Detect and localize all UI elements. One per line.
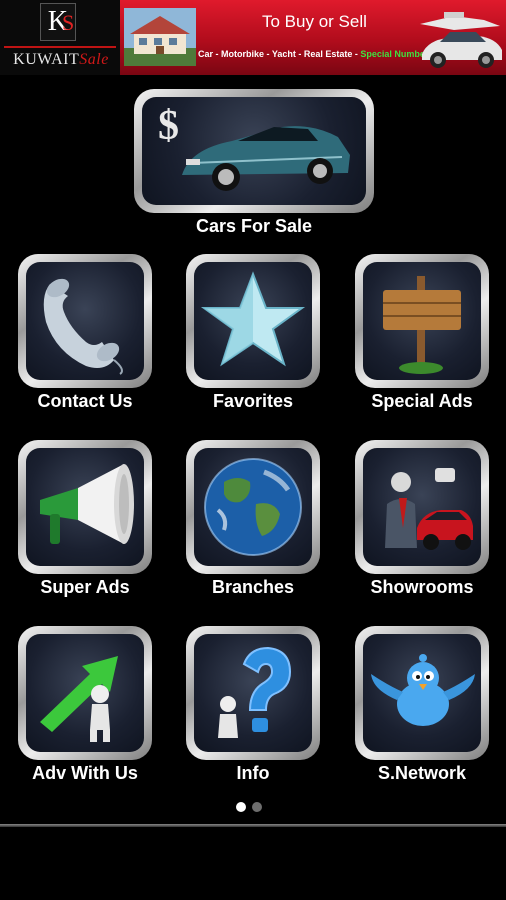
super-ads-tile[interactable]: Super Ads xyxy=(18,440,152,597)
s-network-tile[interactable]: S.Network xyxy=(355,626,489,783)
app-logo: KS KUWAITSale xyxy=(0,0,120,75)
twitter-bird-icon xyxy=(363,634,481,752)
page-dot[interactable] xyxy=(252,802,262,812)
tile-frame xyxy=(355,254,489,388)
tile-frame xyxy=(186,440,320,574)
tile-label: Cars For Sale xyxy=(195,216,313,236)
tile-label: Super Ads xyxy=(40,577,130,597)
tile-frame xyxy=(18,440,152,574)
banner-subtitle: Car - Motorbike - Yacht - Real Estate - … xyxy=(198,49,429,59)
question-mark-icon xyxy=(194,634,312,752)
tile-frame xyxy=(18,254,152,388)
tile-frame xyxy=(186,254,320,388)
tile-label: Branches xyxy=(211,577,295,597)
favorites-tile[interactable]: Favorites xyxy=(186,254,320,411)
info-tile[interactable]: Info xyxy=(186,626,320,783)
svg-text:$: $ xyxy=(158,103,179,149)
footer-divider xyxy=(0,824,506,827)
globe-icon xyxy=(194,448,312,566)
banner-title: To Buy or Sell xyxy=(262,12,367,31)
tile-label: Special Ads xyxy=(371,391,473,411)
showrooms-tile[interactable]: Showrooms xyxy=(355,440,489,597)
tile-label: Contact Us xyxy=(37,391,133,411)
cars-for-sale-tile[interactable]: $ Cars For Sale xyxy=(134,89,374,236)
tile-label: Info xyxy=(236,763,270,783)
header-banner[interactable]: KS KUWAITSale To Buy or Sell Car - Motor… xyxy=(0,0,506,75)
page-dot-active[interactable] xyxy=(236,802,246,812)
tile-label: Adv With Us xyxy=(32,763,138,783)
megaphone-icon xyxy=(26,448,144,566)
car-yacht-icon xyxy=(420,12,502,68)
advert-banner[interactable]: To Buy or Sell Car - Motorbike - Yacht -… xyxy=(120,0,506,75)
tile-label: S.Network xyxy=(377,763,467,783)
sports-car-dollar-icon: $ xyxy=(142,97,366,205)
logo-divider xyxy=(4,46,116,48)
star-icon xyxy=(194,262,312,380)
page-indicator xyxy=(236,800,272,814)
tile-label: Favorites xyxy=(212,391,294,411)
tile-frame: $ xyxy=(134,89,374,213)
tile-frame xyxy=(186,626,320,760)
tile-label: Showrooms xyxy=(370,577,474,597)
special-ads-tile[interactable]: Special Ads xyxy=(355,254,489,411)
house-icon xyxy=(124,8,196,66)
contact-us-tile[interactable]: Contact Us xyxy=(18,254,152,411)
logo-mark: KS xyxy=(40,3,76,41)
adv-with-us-tile[interactable]: Adv With Us xyxy=(18,626,152,783)
tile-frame xyxy=(355,626,489,760)
tile-frame xyxy=(355,440,489,574)
dealer-car-icon xyxy=(363,448,481,566)
telephone-icon xyxy=(26,262,144,380)
growth-arrow-icon xyxy=(26,634,144,752)
tile-frame xyxy=(18,626,152,760)
branches-tile[interactable]: Branches xyxy=(186,440,320,597)
signpost-icon xyxy=(363,262,481,380)
logo-wordmark: KUWAITSale xyxy=(13,51,109,68)
